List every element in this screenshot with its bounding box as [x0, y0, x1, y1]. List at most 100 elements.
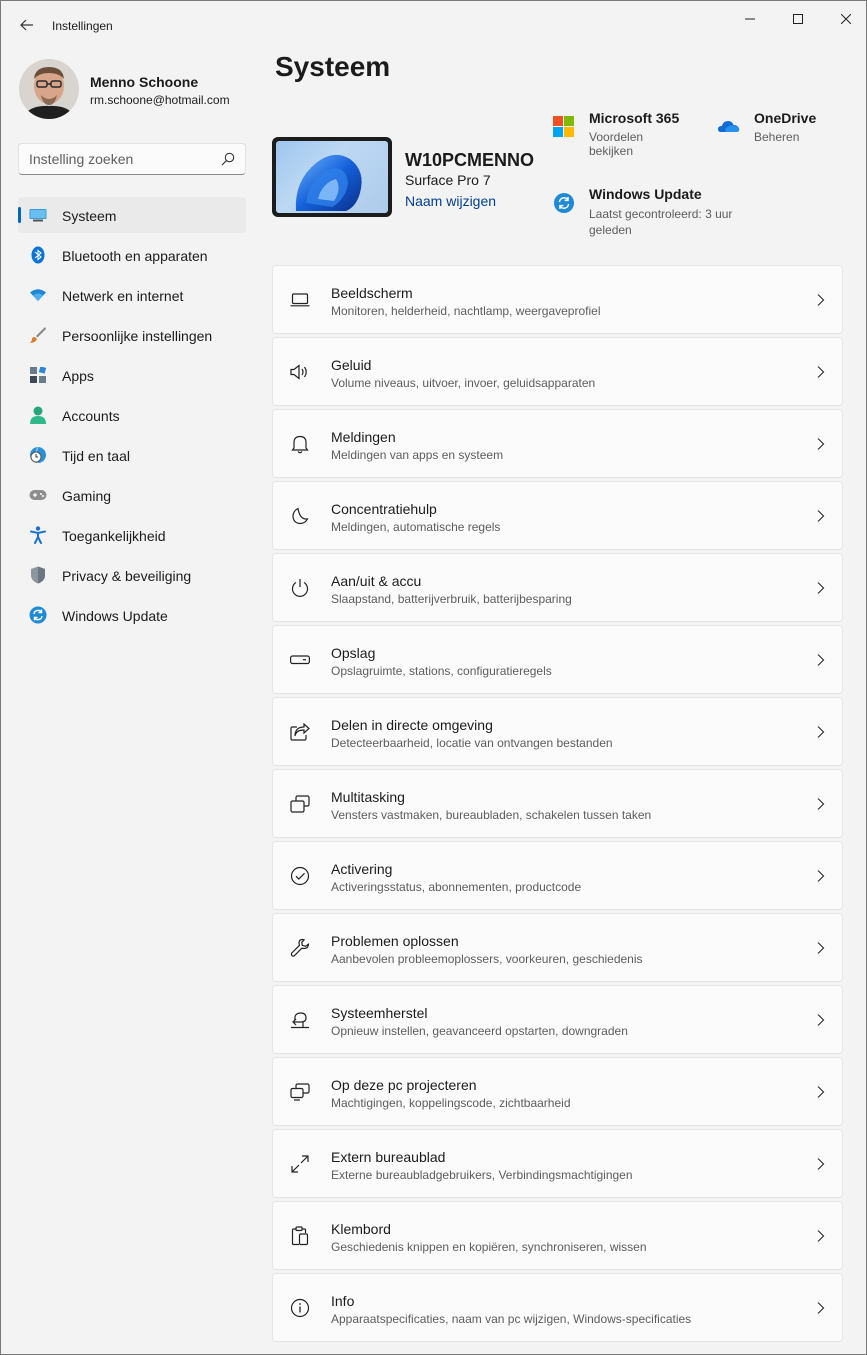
- bluetooth-icon: [29, 246, 47, 264]
- chevron-right-icon: [817, 510, 825, 522]
- search-input[interactable]: [19, 144, 209, 174]
- setting-meldingen[interactable]: Meldingen Meldingen van apps en systeem: [272, 409, 843, 478]
- sidebar-item-netwerk[interactable]: Netwerk en internet: [18, 277, 246, 313]
- title-bar: Instellingen: [1, 1, 866, 41]
- setting-beeldscherm[interactable]: Beeldscherm Monitoren, helderheid, nacht…: [272, 265, 843, 334]
- chevron-right-icon: [817, 1230, 825, 1242]
- rename-link[interactable]: Naam wijzigen: [405, 193, 496, 209]
- sidebar-item-persoonlijk[interactable]: Persoonlijke instellingen: [18, 317, 246, 353]
- info-icon: [290, 1298, 310, 1318]
- setting-title: Activering: [331, 861, 393, 877]
- setting-activering[interactable]: Activering Activeringsstatus, abonnement…: [272, 841, 843, 910]
- setting-title: Geluid: [331, 357, 372, 373]
- chevron-right-icon: [817, 366, 825, 378]
- setting-subtitle: Apparaatspecificaties, naam van pc wijzi…: [331, 1312, 692, 1326]
- setting-subtitle: Geschiedenis knippen en kopiëren, synchr…: [331, 1240, 647, 1254]
- storage-icon: [290, 650, 310, 670]
- sidebar-item-label: Accounts: [62, 408, 120, 424]
- setting-title: Problemen oplossen: [331, 933, 459, 949]
- maximize-icon: [793, 14, 803, 24]
- sidebar-item-apps[interactable]: Apps: [18, 357, 246, 393]
- power-icon: [290, 578, 310, 598]
- app-title: Instellingen: [52, 19, 113, 33]
- sidebar-item-systeem[interactable]: Systeem: [18, 197, 246, 233]
- minimize-button[interactable]: [727, 7, 773, 31]
- wrench-icon: [290, 938, 310, 958]
- maximize-button[interactable]: [775, 7, 821, 31]
- project-icon: [290, 1082, 310, 1102]
- setting-subtitle: Externe bureaubladgebruikers, Verbinding…: [331, 1168, 633, 1182]
- quick-link-title: OneDrive: [754, 110, 817, 126]
- profile-email: rm.schoone@hotmail.com: [90, 93, 230, 107]
- sidebar-item-label: Bluetooth en apparaten: [62, 248, 208, 264]
- back-button[interactable]: [15, 13, 39, 37]
- sidebar-item-gaming[interactable]: Gaming: [18, 477, 246, 513]
- sidebar-item-bluetooth[interactable]: Bluetooth en apparaten: [18, 237, 246, 273]
- chevron-right-icon: [817, 870, 825, 882]
- moon-icon: [290, 506, 310, 526]
- setting-title: Klembord: [331, 1221, 391, 1237]
- settings-window: Instellingen Menno Schoone rm.schoone@ho…: [0, 0, 867, 1355]
- bell-icon: [290, 434, 310, 454]
- apps-icon: [29, 366, 47, 384]
- sidebar-item-windows-update[interactable]: Windows Update: [18, 597, 246, 633]
- sidebar-item-toegankelijkheid[interactable]: Toegankelijkheid: [18, 517, 246, 553]
- sidebar-item-privacy[interactable]: Privacy & beveiliging: [18, 557, 246, 593]
- setting-subtitle: Meldingen, automatische regels: [331, 520, 501, 534]
- person-icon: [29, 406, 47, 424]
- sidebar-item-label: Systeem: [62, 208, 117, 224]
- setting-klembord[interactable]: Klembord Geschiedenis knippen en kopiëre…: [272, 1201, 843, 1270]
- setting-info[interactable]: Info Apparaatspecificaties, naam van pc …: [272, 1273, 843, 1342]
- setting-subtitle: Activeringsstatus, abonnementen, product…: [331, 880, 582, 894]
- recovery-icon: [290, 1010, 310, 1030]
- setting-title: Op deze pc projecteren: [331, 1077, 477, 1093]
- sidebar-item-label: Privacy & beveiliging: [62, 568, 192, 584]
- page-title: Systeem: [275, 51, 391, 82]
- clipboard-icon: [290, 1226, 310, 1246]
- share-icon: [290, 722, 310, 742]
- monitor-icon: [29, 206, 47, 224]
- setting-geluid[interactable]: Geluid Volume niveaus, uitvoer, invoer, …: [272, 337, 843, 406]
- sidebar-item-tijd[interactable]: Tijd en taal: [18, 437, 246, 473]
- quick-link-title: Microsoft 365: [589, 110, 680, 126]
- setting-title: Aan/uit & accu: [331, 573, 422, 589]
- setting-subtitle: Opnieuw instellen, geavanceerd opstarten…: [331, 1024, 628, 1038]
- profile-name: Menno Schoone: [90, 74, 199, 90]
- sidebar-nav: Systeem Bluetooth en apparaten Netwerk e…: [18, 197, 246, 637]
- setting-title: Meldingen: [331, 429, 396, 445]
- setting-subtitle: Slaapstand, batterijverbruik, batterijbe…: [331, 592, 572, 606]
- setting-multitasking[interactable]: Multitasking Vensters vastmaken, bureaub…: [272, 769, 843, 838]
- chevron-right-icon: [817, 654, 825, 666]
- setting-opslag[interactable]: Opslag Opslagruimte, stations, configura…: [272, 625, 843, 694]
- setting-title: Info: [331, 1293, 355, 1309]
- chevron-right-icon: [817, 294, 825, 306]
- setting-concentratiehulp[interactable]: Concentratiehulp Meldingen, automatische…: [272, 481, 843, 550]
- setting-systeemherstel[interactable]: Systeemherstel Opnieuw instellen, geavan…: [272, 985, 843, 1054]
- setting-subtitle: Detecteerbaarheid, locatie van ontvangen…: [331, 736, 613, 750]
- setting-problemen-oplossen[interactable]: Problemen oplossen Aanbevolen probleemop…: [272, 913, 843, 982]
- checkmark-circle-icon: [290, 866, 310, 886]
- settings-list: Beeldscherm Monitoren, helderheid, nacht…: [272, 265, 843, 1345]
- setting-subtitle: Opslagruimte, stations, configuratierege…: [331, 664, 552, 678]
- chevron-right-icon: [817, 1086, 825, 1098]
- setting-projecteren[interactable]: Op deze pc projecteren Machtigingen, kop…: [272, 1057, 843, 1126]
- shield-icon: [29, 566, 47, 584]
- setting-title: Concentratiehulp: [331, 501, 437, 517]
- sidebar-item-accounts[interactable]: Accounts: [18, 397, 246, 433]
- chevron-right-icon: [817, 1158, 825, 1170]
- device-model: Surface Pro 7: [405, 172, 491, 188]
- minimize-icon: [745, 18, 755, 20]
- close-button[interactable]: [823, 7, 867, 31]
- search-icon[interactable]: [221, 152, 235, 166]
- setting-title: Delen in directe omgeving: [331, 717, 493, 733]
- chevron-right-icon: [817, 1302, 825, 1314]
- setting-subtitle: Meldingen van apps en systeem: [331, 448, 504, 462]
- setting-extern-bureaublad[interactable]: Extern bureaublad Externe bureaubladgebr…: [272, 1129, 843, 1198]
- setting-delen[interactable]: Delen in directe omgeving Detecteerbaarh…: [272, 697, 843, 766]
- close-icon: [841, 14, 851, 24]
- remote-desktop-icon: [290, 1154, 310, 1174]
- arrow-left-icon: [20, 19, 33, 31]
- setting-title: Extern bureaublad: [331, 1149, 446, 1165]
- avatar[interactable]: [19, 59, 79, 119]
- setting-aan-uit-accu[interactable]: Aan/uit & accu Slaapstand, batterijverbr…: [272, 553, 843, 622]
